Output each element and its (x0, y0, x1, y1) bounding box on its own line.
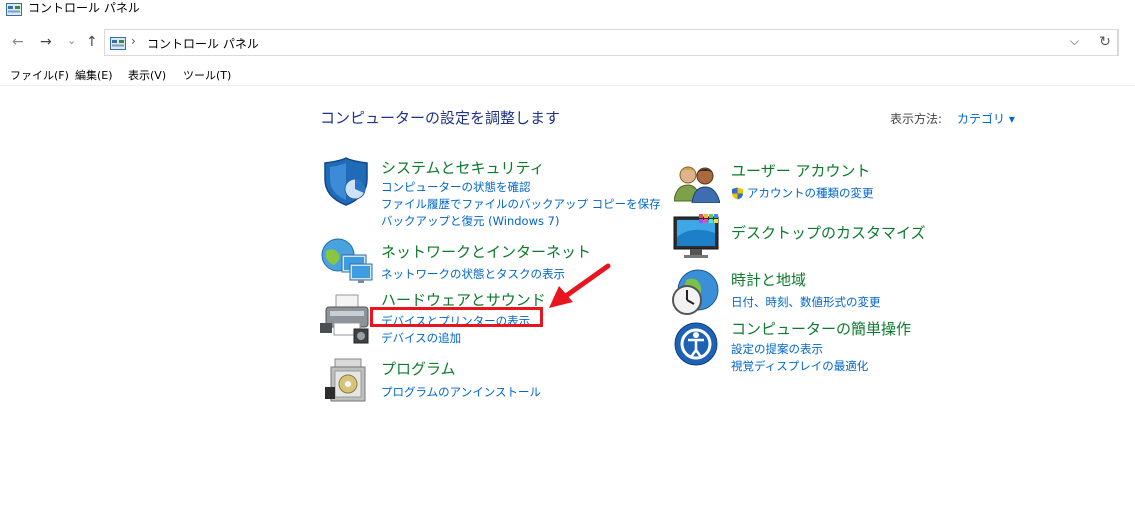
address-bar[interactable]: › コントロール パネル › ⌵ (104, 29, 1118, 56)
back-arrow-icon[interactable]: ← (12, 33, 24, 51)
printer-icon[interactable] (320, 293, 374, 347)
link-network-status[interactable]: ネットワークの状態とタスクの表示 (381, 266, 565, 282)
breadcrumb-chevron-icon[interactable]: › (241, 34, 246, 48)
recent-locations-icon[interactable]: ⌄ (67, 32, 76, 50)
link-add-device[interactable]: デバイスの追加 (381, 330, 461, 346)
menu-edit[interactable]: 編集(E) (75, 67, 113, 83)
menu-tools[interactable]: ツール(T) (183, 67, 231, 83)
monitor-icon[interactable] (672, 211, 726, 265)
control-panel-icon (6, 1, 22, 20)
annotation-highlight-box (370, 307, 543, 327)
navigation-bar: ← → ⌄ ↑ › コントロール パネル › ⌵ ↻ (0, 27, 1135, 59)
clock-globe-icon[interactable] (670, 268, 724, 322)
link-optimize-visual-display[interactable]: 視覚ディスプレイの最適化 (731, 358, 868, 374)
network-globe-icon[interactable] (320, 237, 374, 291)
link-change-account-type[interactable]: アカウントの種類の変更 (747, 185, 874, 201)
view-by-label: 表示方法: (890, 112, 943, 126)
category-clock-region[interactable]: 時計と地域 (731, 269, 806, 290)
category-ease-of-access[interactable]: コンピューターの簡単操作 (731, 318, 911, 339)
link-date-time-format[interactable]: 日付、時刻、数値形式の変更 (731, 294, 881, 310)
menu-view[interactable]: 表示(V) (128, 67, 166, 83)
programs-icon[interactable] (325, 357, 379, 411)
menu-bar: ファイル(F) 編集(E) 表示(V) ツール(T) (0, 65, 1135, 86)
link-backup-restore[interactable]: バックアップと復元 (Windows 7) (381, 213, 559, 229)
window-title: コントロール パネル (28, 1, 140, 15)
ease-of-access-icon[interactable] (673, 321, 727, 375)
menu-file[interactable]: ファイル(F) (10, 67, 69, 83)
users-icon[interactable] (673, 163, 728, 217)
refresh-button[interactable]: ↻ (1092, 29, 1119, 56)
category-programs[interactable]: プログラム (381, 358, 456, 379)
link-uninstall-program[interactable]: プログラムのアンインストール (381, 384, 541, 400)
link-get-recommendations[interactable]: 設定の提案の表示 (731, 341, 823, 357)
link-check-computer-status[interactable]: コンピューターの状態を確認 (381, 179, 531, 195)
forward-arrow-icon[interactable]: → (40, 33, 52, 51)
category-network-internet[interactable]: ネットワークとインターネット (381, 241, 591, 262)
category-system-security[interactable]: システムとセキュリティ (381, 157, 545, 178)
page-title: コンピューターの設定を調整します (320, 109, 561, 127)
up-arrow-icon[interactable]: ↑ (86, 33, 98, 51)
uac-shield-icon (731, 185, 744, 204)
breadcrumb-chevron-icon[interactable]: › (131, 34, 136, 48)
category-desktop-customization[interactable]: デスクトップのカスタマイズ (731, 222, 926, 243)
title-bar: コントロール パネル (0, 0, 1135, 18)
annotation-arrow-icon (545, 262, 615, 316)
link-file-history-backup[interactable]: ファイル履歴でファイルのバックアップ コピーを保存 (381, 196, 661, 212)
category-user-accounts[interactable]: ユーザー アカウント (731, 160, 870, 181)
shield-icon[interactable] (321, 157, 375, 211)
control-panel-icon (110, 35, 126, 54)
view-by-dropdown[interactable]: カテゴリ ▾ (957, 110, 1015, 127)
address-dropdown-icon[interactable]: ⌵ (1070, 34, 1079, 49)
